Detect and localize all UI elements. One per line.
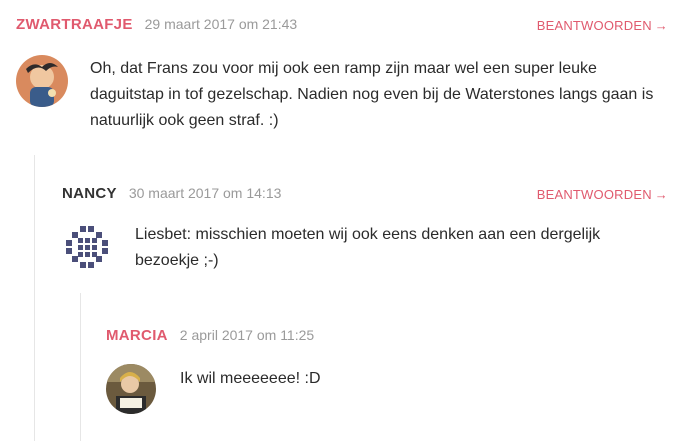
comment-date[interactable]: 2 april 2017 om 11:25 <box>180 327 314 343</box>
comment-text: Ik wil meeeeeee! :D <box>180 370 321 387</box>
avatar <box>106 364 156 414</box>
comment-meta: MARCIA 2 april 2017 om 11:25 <box>106 327 314 345</box>
comment-author[interactable]: MARCIA <box>106 327 168 344</box>
avatar-photo-icon <box>106 364 156 414</box>
comment-reply-nested: MARCIA 2 april 2017 om 11:25 Ik wil meeee… <box>0 0 700 441</box>
